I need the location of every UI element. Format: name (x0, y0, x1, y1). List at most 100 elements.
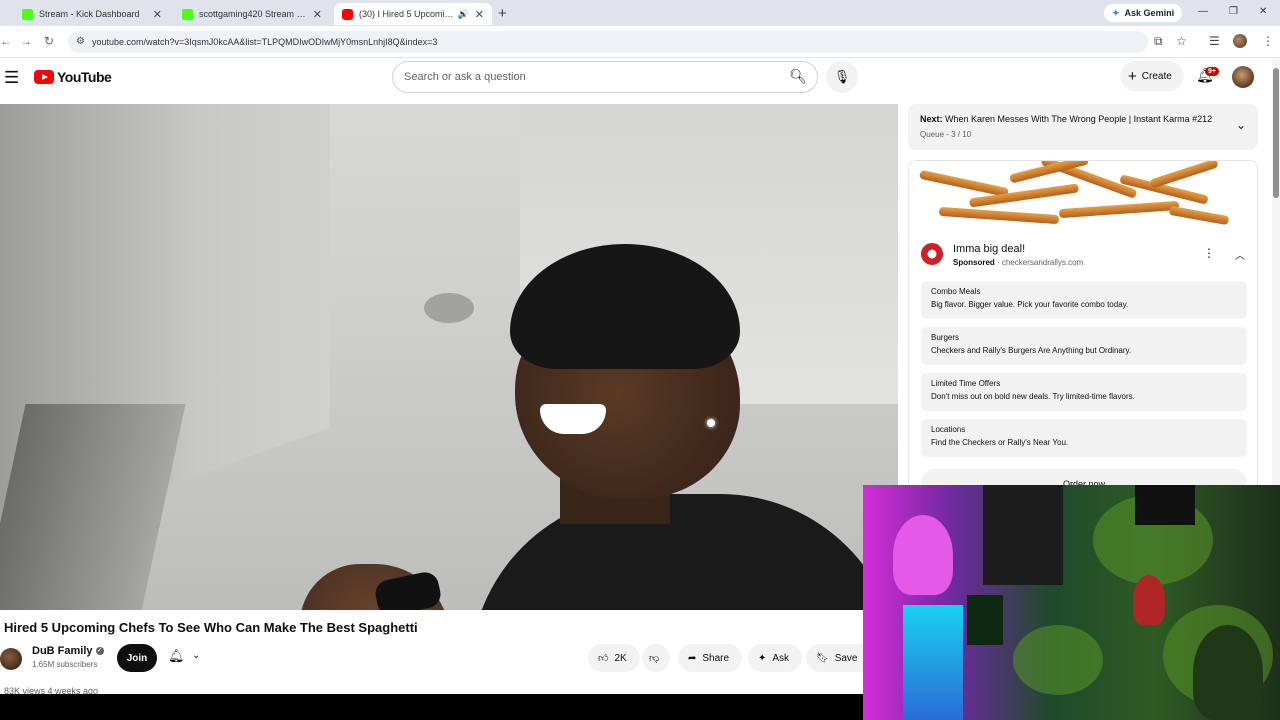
restore-icon[interactable]: ❐ (1229, 6, 1238, 17)
sponsored-ad-card[interactable]: Imma big deal! Sponsored · checkersandra… (908, 160, 1258, 490)
youtube-logo[interactable]: YouTube (34, 69, 112, 85)
appliance-graphic (0, 404, 186, 610)
sparkle-icon: ✦ (1112, 7, 1120, 18)
advertiser-logo[interactable] (921, 243, 943, 265)
sitelink-heading: Combo Meals (931, 287, 981, 296)
close-icon[interactable]: ✕ (475, 8, 484, 21)
chevron-down-icon[interactable]: ⌄ (1236, 118, 1246, 132)
reload-icon[interactable]: ↻ (44, 34, 54, 48)
next-prefix: Next: (920, 114, 943, 124)
voice-search-button[interactable]: 🎙︎ (826, 61, 858, 93)
join-button[interactable]: Join (117, 644, 157, 672)
ad-title[interactable]: Imma big deal! (953, 243, 1025, 255)
close-icon[interactable]: ✕ (313, 8, 322, 21)
sitelink-description: Find the Checkers or Rally's Near You. (931, 438, 1069, 447)
thumbs-down-icon: 👎︎ (649, 653, 660, 664)
dislike-button[interactable]: 👎︎ (642, 644, 670, 672)
queue-next: Next: When Karen Messes With The Wrong P… (920, 114, 1212, 124)
ask-gemini-label: Ask Gemini (1124, 8, 1175, 18)
forward-icon[interactable]: → (20, 34, 32, 48)
ad-sitelink[interactable]: Limited Time Offers Don't miss out on bo… (921, 373, 1247, 411)
browser-tab-youtube[interactable]: (30) I Hired 5 Upcoming Chefs 🔊 ✕ (334, 3, 492, 25)
video-player[interactable] (0, 104, 898, 610)
search-input[interactable] (393, 71, 773, 83)
chevron-up-icon[interactable]: ︿ (1235, 247, 1245, 262)
back-icon[interactable]: ← (0, 34, 12, 48)
ask-gemini-button[interactable]: ✦ Ask Gemini (1104, 4, 1183, 22)
fries-image (909, 161, 1257, 231)
video-title: Hired 5 Upcoming Chefs To See Who Can Ma… (4, 620, 418, 635)
ad-sitelink[interactable]: Burgers Checkers and Rally's Burgers Are… (921, 327, 1247, 365)
channel-name[interactable]: DuB Family ✓ (32, 645, 104, 657)
ask-button[interactable]: ✦ Ask (748, 644, 802, 672)
channel-avatar[interactable] (0, 648, 22, 670)
youtube-masthead: ☰ YouTube 🔍︎ 🎙︎ + Create 🔔︎ 9+ (0, 58, 1272, 98)
close-window-icon[interactable]: ✕ (1259, 6, 1267, 17)
ad-sitelink[interactable]: Locations Find the Checkers or Rally's N… (921, 419, 1247, 457)
profile-avatar[interactable] (1233, 34, 1247, 48)
sponsored-label: Sponsored (953, 258, 995, 267)
ad-sitelink[interactable]: Combo Meals Big flavor. Bigger value. Pi… (921, 281, 1247, 319)
bookmark-star-icon[interactable]: ☆ (1176, 34, 1187, 48)
youtube-icon (342, 8, 353, 20)
search-icon[interactable]: 🔍︎ (789, 68, 807, 85)
site-info-icon[interactable]: ⚙ (76, 36, 85, 47)
notification-badge: 9+ (1205, 67, 1219, 76)
browser-tab-kick-stream[interactable]: scottgaming420 Stream - Watch ✕ (174, 3, 330, 25)
address-bar[interactable]: ⚙ youtube.com/watch?v=3IqsmJ0kcAA&list=T… (68, 31, 1148, 53)
queue-position: Queue - 3 / 10 (920, 130, 972, 139)
chevron-down-icon[interactable]: ⌄ (192, 650, 200, 661)
ask-label: Ask (772, 652, 790, 664)
light-fixture-graphic (424, 293, 474, 323)
subscriber-count: 1.65M subscribers (32, 660, 98, 669)
channel-name-text: DuB Family (32, 645, 93, 657)
kick-icon (182, 8, 193, 20)
fry-graphic (1058, 200, 1180, 219)
ad-domain: · checkersandrallys.com (994, 258, 1084, 267)
more-options-icon[interactable]: ⋮ (1203, 246, 1215, 260)
subscription-bell-icon[interactable]: 🔔︎ (168, 648, 185, 664)
new-tab-button[interactable]: + (498, 5, 507, 22)
share-label: Share (702, 652, 730, 664)
tab-search-icon[interactable]: ☰ (1209, 34, 1220, 48)
browser-tab-strip: Stream - Kick Dashboard ✕ scottgaming420… (0, 0, 1280, 26)
streamer-graphic (1193, 625, 1263, 720)
menu-icon[interactable]: ☰ (4, 68, 19, 88)
close-icon[interactable]: ✕ (153, 8, 162, 21)
shirt-graphic (1135, 485, 1195, 525)
shelf-graphic (903, 605, 963, 720)
install-app-icon[interactable]: ⧉ (1154, 34, 1163, 49)
sitelink-description: Checkers and Rally's Burgers Are Anythin… (931, 346, 1132, 355)
fry-graphic (938, 206, 1060, 225)
account-avatar[interactable] (1232, 66, 1254, 88)
scrollbar-thumb[interactable] (1273, 68, 1279, 198)
share-icon: ➦ (688, 652, 697, 664)
save-button[interactable]: 🔖︎ Save (806, 644, 863, 672)
next-title: When Karen Messes With The Wrong People … (945, 114, 1213, 124)
search-box[interactable]: 🔍︎ (392, 61, 818, 93)
logo-text: YouTube (57, 69, 112, 85)
fry-graphic (1168, 205, 1230, 226)
earring-graphic (707, 419, 715, 427)
queue-panel[interactable]: Next: When Karen Messes With The Wrong P… (908, 104, 1258, 150)
like-button[interactable]: 👍︎ 2K (588, 644, 640, 672)
share-button[interactable]: ➦ Share (678, 644, 742, 672)
sitelink-description: Don't miss out on bold new deals. Try li… (931, 392, 1135, 401)
figurine-graphic (893, 515, 953, 595)
kick-icon (22, 8, 33, 20)
create-button[interactable]: + Create (1120, 61, 1184, 91)
more-menu-icon[interactable]: ⋮ (1262, 34, 1274, 48)
fry-graphic (919, 169, 1009, 198)
browser-toolbar: ← → ↻ ⚙ youtube.com/watch?v=3IqsmJ0kcAA&… (0, 26, 1280, 58)
create-label: Create (1141, 70, 1172, 82)
bookmark-icon: 🔖︎ (816, 652, 829, 664)
microphone-icon: 🎙︎ (833, 69, 851, 84)
minimize-icon[interactable]: — (1198, 6, 1208, 17)
like-count: 2K (614, 652, 627, 664)
plus-icon: + (1128, 67, 1137, 85)
browser-tab-kick-dashboard[interactable]: Stream - Kick Dashboard ✕ (14, 3, 170, 25)
speaker-icon[interactable]: 🔊 (458, 9, 469, 20)
thumbs-up-icon: 👍︎ (598, 653, 609, 664)
sitelink-description: Big flavor. Bigger value. Pick your favo… (931, 300, 1129, 309)
url-text: youtube.com/watch?v=3IqsmJ0kcAA&list=TLP… (92, 37, 438, 47)
